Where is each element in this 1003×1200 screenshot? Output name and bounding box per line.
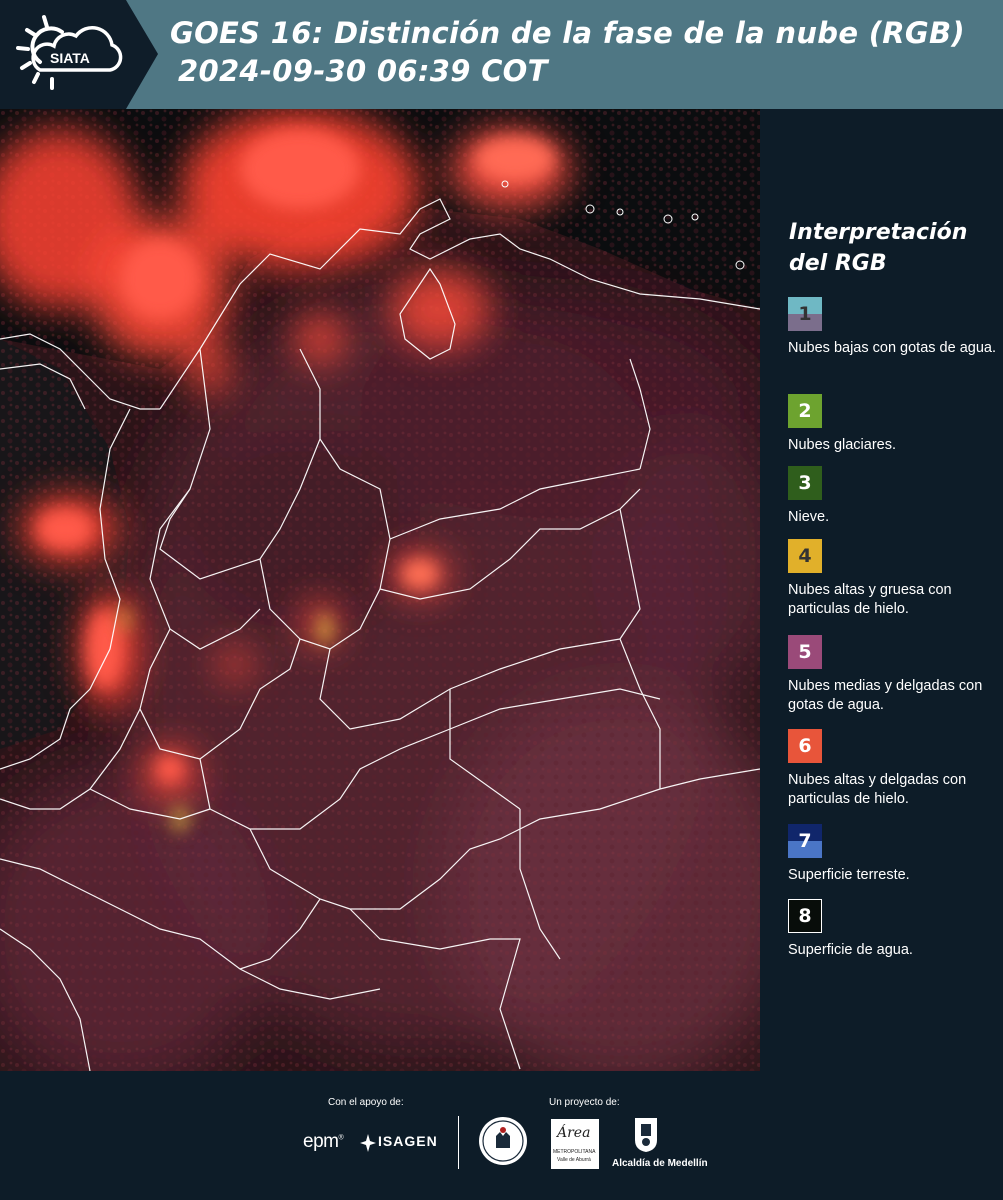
legend-swatch: 4 bbox=[788, 539, 822, 573]
legend-number: 4 bbox=[798, 545, 812, 567]
legend-swatch: 1 bbox=[788, 297, 822, 331]
header: SIATA GOES 16: Distinción de la fase de … bbox=[0, 0, 1003, 109]
metro-logo-text: Área bbox=[557, 1125, 591, 1141]
siata-logo: SIATA bbox=[0, 0, 158, 109]
legend-title-line2: del RGB bbox=[789, 251, 887, 276]
isagen-star-icon bbox=[360, 1134, 376, 1152]
legend-label: Superficie terreste. bbox=[788, 867, 910, 883]
metro-logo-sub2: Valle de Aburrá bbox=[557, 1157, 591, 1163]
legend-label: Nieve. bbox=[788, 509, 830, 525]
legend-item: 7 Superficie terreste. bbox=[788, 824, 1003, 885]
legend-item: 3 Nieve. bbox=[788, 466, 1003, 527]
legend-title: Interpretación del RGB bbox=[789, 217, 999, 279]
rgb-satellite-image bbox=[0, 109, 760, 1071]
legend-swatch: 2 bbox=[788, 394, 822, 428]
timestamp: 2024-09-30 06:39 COT bbox=[178, 54, 548, 88]
footer-divider bbox=[458, 1116, 459, 1169]
legend-number: 8 bbox=[798, 905, 812, 927]
footer: Con el apoyo de: Un proyecto de: epm® IS… bbox=[0, 1071, 1003, 1200]
legend-number: 5 bbox=[798, 641, 812, 663]
legend-item: 8 Superficie de agua. bbox=[788, 899, 1003, 960]
isagen-logo: ISAGEN bbox=[378, 1133, 438, 1149]
legend-label: Nubes altas y gruesa con particulas de h… bbox=[788, 582, 952, 617]
legend-number: 3 bbox=[798, 472, 812, 494]
epm-logo: epm® bbox=[303, 1131, 344, 1152]
legend-swatch: 8 bbox=[788, 899, 822, 933]
legend-item: 5 Nubes medias y delgadas con gotas de ag… bbox=[788, 635, 1003, 715]
legend-panel: Interpretación del RGB 1 Nubes bajas con … bbox=[760, 109, 1003, 1071]
legend-item: 1 Nubes bajas con gotas de agua. bbox=[788, 297, 1003, 358]
legend-label: Nubes glaciares. bbox=[788, 437, 896, 453]
legend-number: 6 bbox=[798, 735, 812, 757]
legend-number: 2 bbox=[798, 400, 812, 422]
area-metropolitana-logo: Área METROPOLITANA Valle de Aburrá bbox=[551, 1119, 599, 1169]
legend-item: 6 Nubes altas y delgadas con particulas d… bbox=[788, 729, 1003, 809]
legend-swatch: 6 bbox=[788, 729, 822, 763]
epm-text: epm bbox=[303, 1131, 339, 1152]
legend-label: Superficie de agua. bbox=[788, 942, 913, 958]
legend-number: 1 bbox=[798, 303, 812, 325]
legend-title-line1: Interpretación bbox=[789, 220, 968, 245]
legend-label: Nubes medias y delgadas con gotas de agu… bbox=[788, 678, 983, 713]
alcaldia-shield-icon bbox=[635, 1118, 657, 1152]
brand-text: SIATA bbox=[50, 50, 90, 66]
metro-logo-sub1: METROPOLITANA bbox=[553, 1149, 596, 1155]
legend-item: 2 Nubes glaciares. bbox=[788, 394, 1003, 455]
legend-label: Nubes bajas con gotas de agua. bbox=[788, 340, 996, 356]
legend-label: Nubes altas y delgadas con particulas de… bbox=[788, 772, 967, 807]
legend-swatch: 5 bbox=[788, 635, 822, 669]
support-label: Con el apoyo de: bbox=[328, 1097, 404, 1108]
seal-logo bbox=[479, 1117, 527, 1165]
legend-item: 4 Nubes altas y gruesa con particulas de … bbox=[788, 539, 1003, 619]
page-title: GOES 16: Distinción de la fase de la nub… bbox=[170, 16, 965, 50]
legend-swatch: 3 bbox=[788, 466, 822, 500]
project-label: Un proyecto de: bbox=[549, 1097, 620, 1108]
legend-swatch: 7 bbox=[788, 824, 822, 858]
legend-number: 7 bbox=[798, 830, 812, 852]
alcaldia-logo-text: Alcaldía de Medellín bbox=[612, 1158, 708, 1169]
satellite-map bbox=[0, 109, 760, 1071]
